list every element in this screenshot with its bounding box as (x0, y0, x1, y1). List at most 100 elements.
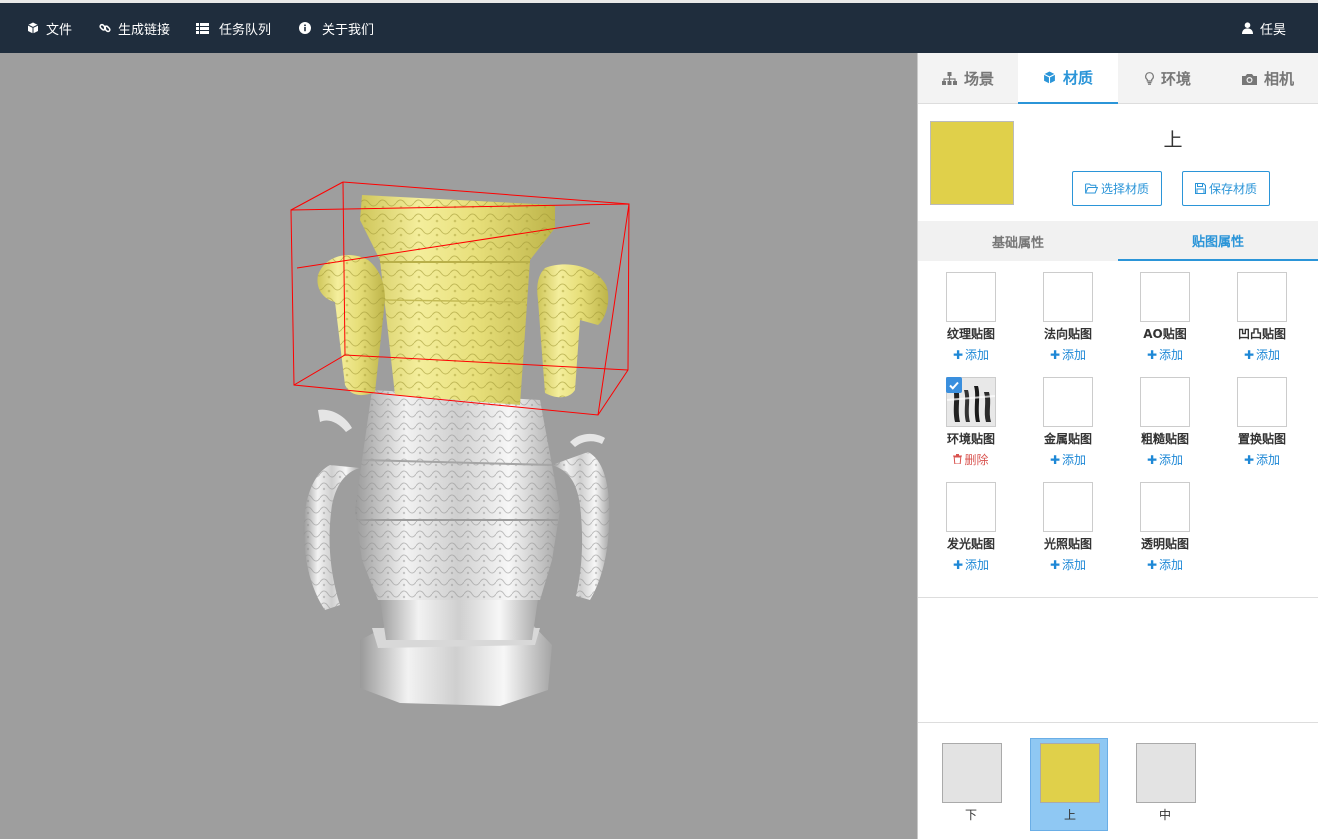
add-map-button[interactable]: ✚ 添加 (926, 346, 1016, 363)
tab-environment[interactable]: 环境 (1118, 53, 1218, 104)
material-color-swatch[interactable] (930, 121, 1014, 205)
info-icon (298, 21, 312, 35)
checkbox-checked-icon[interactable] (946, 377, 962, 393)
plus-icon: ✚ (1049, 558, 1061, 572)
tab-scene-label: 场景 (963, 70, 994, 88)
map-thumb[interactable] (1237, 272, 1287, 322)
add-map-button[interactable]: ✚ 添加 (926, 556, 1016, 573)
select-material-button[interactable]: 选择材质 (1072, 171, 1162, 206)
add-map-label: 添加 (965, 348, 990, 362)
plus-icon: ✚ (952, 348, 964, 362)
save-material-label: 保存材质 (1208, 182, 1257, 196)
plus-icon: ✚ (1146, 453, 1158, 467)
tab-material-label: 材质 (1062, 69, 1093, 87)
folder-open-icon (1085, 183, 1098, 194)
map-label: AO贴图 (1143, 327, 1187, 341)
material-item-lower[interactable]: 下 (932, 738, 1010, 831)
map-slot-normal: 法向贴图 ✚ 添加 (1033, 272, 1103, 372)
add-map-label: 添加 (1159, 348, 1184, 362)
map-label: 金属贴图 (1043, 432, 1092, 446)
add-map-label: 添加 (965, 558, 990, 572)
map-thumb[interactable] (1140, 377, 1190, 427)
map-slot-metalness: 金属贴图 ✚ 添加 (1033, 377, 1103, 477)
map-slot-bump: 凹凸贴图 ✚ 添加 (1227, 272, 1297, 372)
material-item-swatch (1136, 743, 1196, 803)
add-map-button[interactable]: ✚ 添加 (1023, 451, 1113, 468)
3d-viewport[interactable] (0, 53, 917, 839)
map-label: 纹理贴图 (946, 327, 995, 341)
tab-scene[interactable]: 场景 (918, 53, 1018, 104)
plus-icon: ✚ (952, 558, 964, 572)
nav-task-queue[interactable]: 任务队列 (195, 3, 271, 53)
map-slot-diffuse: 纹理贴图 ✚ 添加 (936, 272, 1006, 372)
add-map-button[interactable]: ✚ 添加 (1217, 451, 1307, 468)
vase-model[interactable] (0, 53, 917, 839)
map-slot-environment: 环境贴图 删除 (936, 377, 1006, 477)
map-thumb[interactable] (1043, 272, 1093, 322)
add-map-label: 添加 (1062, 453, 1087, 467)
material-item-swatch (1040, 743, 1100, 803)
add-map-button[interactable]: ✚ 添加 (1120, 556, 1210, 573)
panel-tabs: 场景 材质 环境 相机 (918, 53, 1318, 104)
tab-camera-label: 相机 (1263, 70, 1294, 88)
top-navbar: 文件 生成链接 任务队列 关于我们 任昊 (0, 0, 1318, 53)
divider (918, 722, 1318, 723)
properties-panel: 场景 材质 环境 相机 上 选择材质 保存材质 基础属性 贴图属性 纹理贴图 ✚… (917, 53, 1318, 839)
delete-map-button[interactable]: 删除 (926, 451, 1016, 468)
lightbulb-icon (1145, 72, 1154, 85)
plus-icon: ✚ (1049, 453, 1061, 467)
nav-task-queue-label: 任务队列 (219, 22, 272, 38)
cube-icon (26, 21, 40, 35)
map-thumb[interactable] (1237, 377, 1287, 427)
cube-icon (1043, 71, 1056, 84)
nav-about-us[interactable]: 关于我们 (298, 3, 374, 53)
subtab-map-properties[interactable]: 贴图属性 (1118, 221, 1318, 261)
map-thumb-environment[interactable] (946, 377, 996, 427)
subtab-basic-properties[interactable]: 基础属性 (918, 221, 1118, 261)
save-material-button[interactable]: 保存材质 (1182, 171, 1270, 206)
add-map-button[interactable]: ✚ 添加 (1023, 346, 1113, 363)
map-thumb[interactable] (1140, 272, 1190, 322)
plus-icon: ✚ (1243, 453, 1255, 467)
map-slot-ao: AO贴图 ✚ 添加 (1130, 272, 1200, 372)
floppy-disk-icon (1194, 183, 1206, 194)
map-thumb[interactable] (1043, 377, 1093, 427)
user-name: 任昊 (1260, 22, 1287, 38)
material-item-middle[interactable]: 中 (1126, 738, 1204, 831)
property-subtabs: 基础属性 贴图属性 (918, 221, 1318, 261)
map-label: 法向贴图 (1043, 327, 1092, 341)
divider (918, 597, 1318, 598)
tab-environment-label: 环境 (1160, 70, 1191, 88)
map-label: 粗糙贴图 (1140, 432, 1189, 446)
material-item-label: 中 (1158, 808, 1171, 822)
map-label: 环境贴图 (946, 432, 995, 446)
map-label: 凹凸贴图 (1237, 327, 1286, 341)
add-map-button[interactable]: ✚ 添加 (1120, 346, 1210, 363)
user-menu[interactable]: 任昊 (1240, 3, 1286, 53)
map-slot-displacement: 置换贴图 ✚ 添加 (1227, 377, 1297, 477)
tab-camera[interactable]: 相机 (1218, 53, 1318, 104)
add-map-button[interactable]: ✚ 添加 (1120, 451, 1210, 468)
map-thumb[interactable] (1043, 482, 1093, 532)
add-map-button[interactable]: ✚ 添加 (1217, 346, 1307, 363)
map-label: 光照贴图 (1043, 537, 1092, 551)
nav-generate-link[interactable]: 生成链接 (98, 3, 170, 53)
plus-icon: ✚ (1243, 348, 1255, 362)
camera-icon (1241, 73, 1257, 85)
material-item-swatch (942, 743, 1002, 803)
material-item-upper[interactable]: 上 (1030, 738, 1108, 831)
material-name: 上 (1163, 129, 1183, 151)
tab-material[interactable]: 材质 (1018, 53, 1118, 104)
map-thumb[interactable] (946, 482, 996, 532)
sitemap-icon (941, 72, 957, 85)
add-map-label: 添加 (1256, 348, 1281, 362)
nav-file-label: 文件 (46, 22, 73, 38)
list-icon (195, 21, 209, 35)
map-thumb[interactable] (946, 272, 996, 322)
nav-file[interactable]: 文件 (26, 3, 72, 53)
map-thumb[interactable] (1140, 482, 1190, 532)
add-map-button[interactable]: ✚ 添加 (1023, 556, 1113, 573)
trash-icon (953, 453, 963, 467)
map-slot-emissive: 发光贴图 ✚ 添加 (936, 482, 1006, 582)
map-label: 发光贴图 (946, 537, 995, 551)
